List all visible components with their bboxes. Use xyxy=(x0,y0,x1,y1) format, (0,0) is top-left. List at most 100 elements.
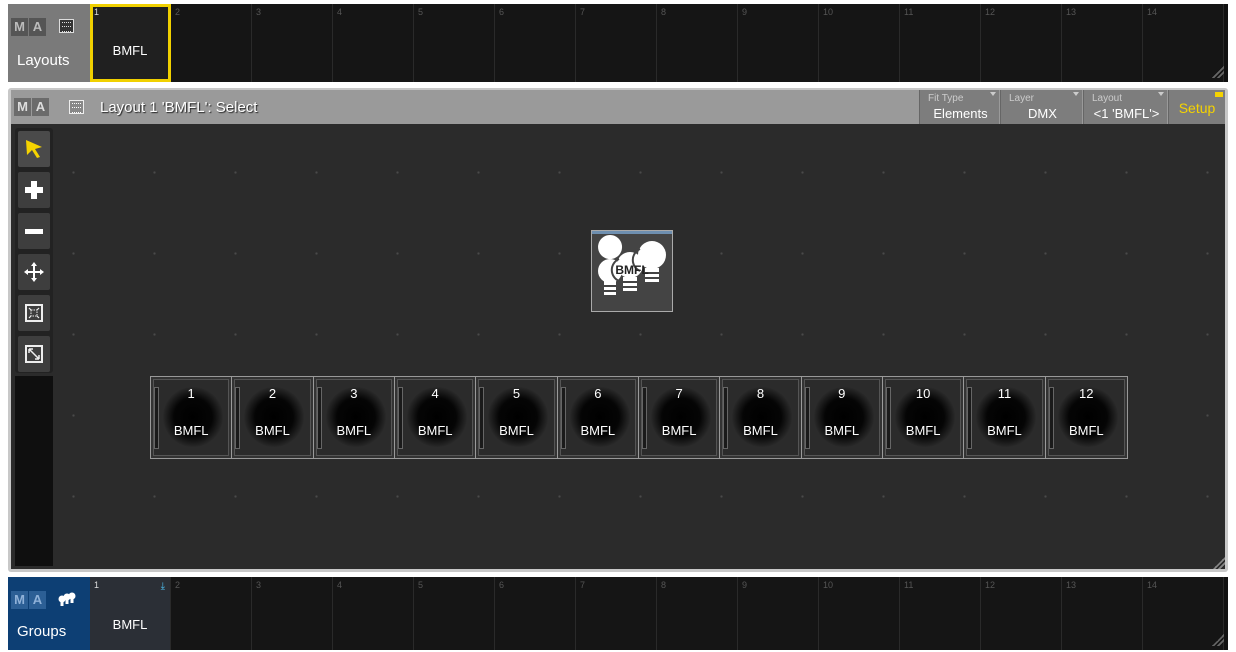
resize-handle-icon[interactable] xyxy=(1212,634,1224,646)
download-arrow-icon: ⤓ xyxy=(160,581,165,592)
groups-pool-title[interactable]: M A Groups xyxy=(8,577,90,650)
setup-button[interactable]: Setup xyxy=(1168,90,1225,124)
pool-cell-number: 4 xyxy=(337,7,343,17)
groups-pool-cell[interactable]: 8 xyxy=(657,577,738,650)
resize-handle-icon[interactable] xyxy=(1212,66,1224,78)
fixture-name: BMFL xyxy=(417,423,453,438)
pool-cell-number: 3 xyxy=(256,580,262,590)
fixture-element[interactable]: 12 BMFL xyxy=(1045,377,1127,458)
pool-cell-number: 5 xyxy=(418,580,424,590)
pool-cell-number: 12 xyxy=(985,580,996,590)
pool-cell-number: 9 xyxy=(742,7,748,17)
groups-pool-cell[interactable]: 12 xyxy=(981,577,1062,650)
layouts-pool-cell[interactable]: 12 xyxy=(981,4,1062,82)
fixture-name: BMFL xyxy=(661,423,697,438)
fixture-element[interactable]: 11 BMFL xyxy=(964,377,1046,458)
fit-to-elements-button[interactable] xyxy=(18,295,50,331)
fit-to-screen-icon xyxy=(25,345,43,363)
fit-to-screen-button[interactable] xyxy=(18,336,50,372)
groups-pool-cell[interactable]: 11 xyxy=(900,577,981,650)
fixture-element[interactable]: 9 BMFL xyxy=(801,377,883,458)
pool-cell-number: 10 xyxy=(823,7,834,17)
groups-pool-cell[interactable]: 3 xyxy=(252,577,333,650)
fixture-element[interactable]: 8 BMFL xyxy=(720,377,802,458)
ma-logo: M A xyxy=(11,18,46,36)
layouts-pool-cell[interactable]: 9 xyxy=(738,4,819,82)
fit-to-elements-icon xyxy=(25,304,43,322)
pool-cell-number: 11 xyxy=(904,580,914,590)
fixtures-row: 1 BMFL 2 BMFL 3 BMFL 4 BMFL 5 BMFL 6 BMFL 7 BMFL 8 BMFL… xyxy=(150,376,1128,459)
layouts-pool: M A Layouts 1 BMFL 2 3 4 5 6 7 8 9 10 11 12 13 14 xyxy=(8,4,1228,82)
layouts-pool-cell[interactable]: 7 xyxy=(576,4,657,82)
layouts-pool-cell[interactable]: 11 xyxy=(900,4,981,82)
layouts-pool-cell[interactable]: 8 xyxy=(657,4,738,82)
groups-pool-cell[interactable]: 6 xyxy=(495,577,576,650)
fixture-number: 9 xyxy=(838,386,846,401)
pool-cell-number: 3 xyxy=(256,7,262,17)
zoom-in-button[interactable] xyxy=(18,172,50,208)
pool-cell-number: 9 xyxy=(742,580,748,590)
groups-pool-cells: 1 BMFL ⤓ 2 3 4 5 6 7 8 9 10 11 12 13 14 xyxy=(90,577,1228,650)
dropdown-indicator-icon xyxy=(990,92,996,96)
layouts-pool-title[interactable]: M A Layouts xyxy=(8,4,90,82)
layout-canvas[interactable]: BMFL 1 BMFL 2 BMFL 3 BMFL 4 BMFL 5 BMFL 6 BMFL 7 BMFL… xyxy=(11,124,1225,569)
layout-select-button[interactable]: Layout <1 'BMFL'> xyxy=(1083,90,1167,124)
layouts-pool-cell[interactable]: 1 BMFL xyxy=(90,4,171,82)
fit-type-button[interactable]: Fit Type Elements xyxy=(919,90,999,124)
layouts-pool-cell[interactable]: 5 xyxy=(414,4,495,82)
layer-button[interactable]: Layer DMX xyxy=(1000,90,1082,124)
groups-pool-cell[interactable]: 5 xyxy=(414,577,495,650)
groups-pool-cell[interactable]: 1 BMFL ⤓ xyxy=(90,577,171,650)
fixture-element[interactable]: 7 BMFL xyxy=(638,377,721,458)
fixture-element[interactable]: 5 BMFL xyxy=(476,377,558,458)
layout-toolbar xyxy=(15,128,53,373)
select-arrow-icon xyxy=(26,140,42,158)
ma-logo[interactable]: M A xyxy=(14,98,49,116)
fixture-name: BMFL xyxy=(987,423,1022,438)
groups-pool-cell[interactable]: 7 xyxy=(576,577,657,650)
fixture-element[interactable]: 10 BMFL xyxy=(882,377,965,458)
pool-cell-number: 14 xyxy=(1147,580,1158,590)
pool-cell-number: 5 xyxy=(418,7,424,17)
fixture-name: BMFL xyxy=(255,423,290,438)
zoom-out-button[interactable] xyxy=(18,213,50,249)
dropdown-indicator-icon xyxy=(1158,92,1164,96)
pool-cell-name: BMFL xyxy=(112,617,148,632)
pool-cell-number: 8 xyxy=(661,580,667,590)
fixture-number: 5 xyxy=(512,386,521,401)
layouts-pool-cell[interactable]: 3 xyxy=(252,4,333,82)
fixture-element[interactable]: 1 BMFL xyxy=(151,377,233,458)
fixture-element[interactable]: 4 BMFL xyxy=(394,377,477,458)
layouts-pool-cell[interactable]: 10 xyxy=(819,4,900,82)
pool-cell-number: 7 xyxy=(580,580,586,590)
move-tool-button[interactable] xyxy=(18,254,50,290)
layouts-pool-cells: 1 BMFL 2 3 4 5 6 7 8 9 10 11 12 13 14 xyxy=(90,4,1228,82)
group-element[interactable]: BMFL xyxy=(591,230,673,312)
fixture-element[interactable]: 3 BMFL xyxy=(313,377,395,458)
groups-pool-cell[interactable]: 2 xyxy=(171,577,252,650)
fixture-number: 2 xyxy=(268,386,277,401)
pool-cell-number: 12 xyxy=(985,7,996,17)
resize-handle-icon[interactable] xyxy=(1213,557,1225,569)
pool-cell-number: 2 xyxy=(175,580,181,590)
fixture-name: BMFL xyxy=(905,423,941,438)
layouts-pool-cell[interactable]: 13 xyxy=(1062,4,1143,82)
pool-cell-number: 13 xyxy=(1066,580,1077,590)
pool-cell-number: 6 xyxy=(499,7,505,17)
fixture-number: 11 xyxy=(997,386,1012,401)
groups-pool-cell[interactable]: 4 xyxy=(333,577,414,650)
layouts-pool-cell[interactable]: 4 xyxy=(333,4,414,82)
layouts-pool-cell[interactable]: 2 xyxy=(171,4,252,82)
toolbar-background xyxy=(15,376,53,566)
fixture-element[interactable]: 2 BMFL xyxy=(232,377,314,458)
groups-pool-cell[interactable]: 13 xyxy=(1062,577,1143,650)
pool-cell-number: 1 xyxy=(94,7,100,17)
layouts-pool-cell[interactable]: 6 xyxy=(495,4,576,82)
fixture-name: BMFL xyxy=(336,423,372,438)
pool-cell-number: 7 xyxy=(580,7,586,17)
pool-cell-number: 6 xyxy=(499,580,505,590)
groups-pool-cell[interactable]: 10 xyxy=(819,577,900,650)
groups-pool-cell[interactable]: 9 xyxy=(738,577,819,650)
select-tool-button[interactable] xyxy=(18,131,50,167)
fixture-element[interactable]: 6 BMFL xyxy=(557,377,639,458)
